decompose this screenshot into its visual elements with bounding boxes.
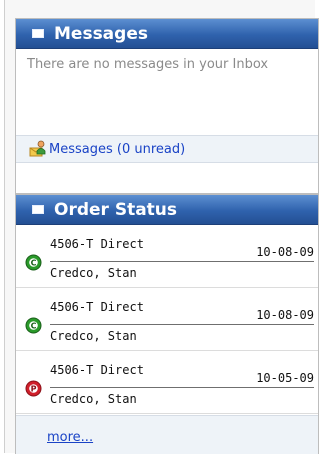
- order-customer-name: Credco, Stan: [50, 266, 137, 280]
- order-status-panel-header[interactable]: Order Status: [16, 195, 318, 225]
- order-status-panel-title: Order Status: [54, 199, 178, 220]
- row-divider: [50, 387, 314, 388]
- mail-person-icon: [29, 140, 46, 157]
- status-complete-icon: C: [25, 317, 42, 334]
- messages-link-row: Messages (0 unread): [16, 135, 318, 163]
- messages-panel-title: Messages: [54, 23, 148, 44]
- messages-panel-header[interactable]: Messages: [16, 19, 318, 49]
- more-row: more...: [16, 415, 318, 454]
- order-customer-name: Credco, Stan: [50, 329, 137, 343]
- status-complete-icon: C: [25, 254, 42, 271]
- sidebar-frame: Messages There are no messages in your I…: [4, 0, 319, 454]
- order-date: 10-08-09: [256, 308, 314, 322]
- more-link[interactable]: more...: [47, 430, 93, 445]
- messages-unread-link[interactable]: Messages (0 unread): [49, 142, 185, 157]
- order-product[interactable]: 4506-T Direct: [50, 237, 144, 251]
- order-customer-name: Credco, Stan: [50, 392, 137, 406]
- order-date: 10-08-09: [256, 245, 314, 259]
- order-status-panel: Order Status C 4506-T Direct 10-08-09 Cr…: [15, 194, 319, 454]
- order-product[interactable]: 4506-T Direct: [50, 300, 144, 314]
- collapse-icon[interactable]: [32, 29, 44, 38]
- messages-empty-text: There are no messages in your Inbox: [27, 57, 269, 72]
- order-product[interactable]: 4506-T Direct: [50, 363, 144, 377]
- order-row[interactable]: P 4506-T Direct 10-05-09 Credco, Stan: [16, 351, 318, 414]
- row-divider: [50, 324, 314, 325]
- status-pending-icon: P: [25, 380, 42, 397]
- svg-text:C: C: [31, 321, 37, 330]
- order-row[interactable]: C 4506-T Direct 10-08-09 Credco, Stan: [16, 225, 318, 288]
- svg-text:C: C: [31, 258, 37, 267]
- collapse-icon[interactable]: [32, 205, 44, 214]
- order-row[interactable]: C 4506-T Direct 10-08-09 Credco, Stan: [16, 288, 318, 351]
- svg-text:P: P: [31, 384, 37, 393]
- row-divider: [50, 261, 314, 262]
- order-date: 10-05-09: [256, 371, 314, 385]
- messages-panel: Messages There are no messages in your I…: [15, 18, 319, 194]
